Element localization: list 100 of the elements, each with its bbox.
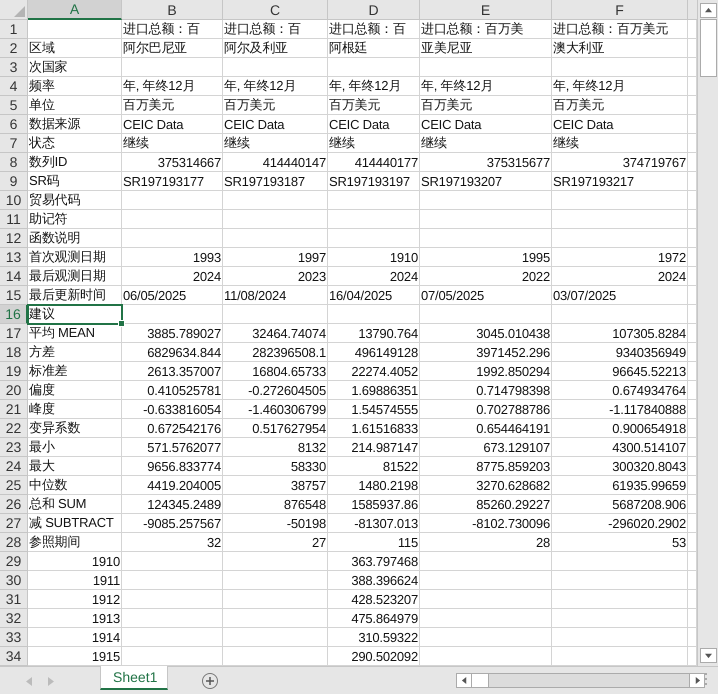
- row-header[interactable]: 21: [0, 400, 28, 419]
- table-cell: 28: [420, 533, 552, 552]
- column-header[interactable]: [688, 0, 697, 20]
- row-header[interactable]: 17: [0, 324, 28, 343]
- table-cell: 继续: [420, 134, 552, 153]
- table-cell: 1993: [122, 248, 223, 267]
- sheet-tab[interactable]: Sheet1: [100, 666, 168, 690]
- table-cell: 876548: [223, 495, 328, 514]
- horizontal-scrollbar[interactable]: [456, 673, 705, 688]
- row-header[interactable]: 24: [0, 457, 28, 476]
- row-header[interactable]: 26: [0, 495, 28, 514]
- row-header[interactable]: 31: [0, 590, 28, 609]
- table-cell: 1480.2198: [328, 476, 420, 495]
- row-header[interactable]: 2: [0, 39, 28, 58]
- column-header[interactable]: C: [223, 0, 328, 20]
- scroll-thumb[interactable]: [700, 19, 716, 77]
- table-cell: 年, 年终12月: [223, 77, 328, 96]
- row-header[interactable]: 9: [0, 172, 28, 191]
- scroll-up-icon[interactable]: [704, 7, 712, 14]
- row-header[interactable]: 33: [0, 628, 28, 647]
- table-cell: 1.54574555: [328, 400, 420, 419]
- table-cell: 375315677: [420, 153, 552, 172]
- table-cell: CEIC Data: [122, 115, 223, 134]
- table-cell: 300320.8043: [552, 457, 688, 476]
- table-cell: 13790.764: [328, 324, 420, 343]
- next-sheet-icon[interactable]: [48, 677, 54, 686]
- table-cell: 0.714798398: [420, 381, 552, 400]
- table-cell: 5687208.906: [552, 495, 688, 514]
- table-cell: 最后更新时间: [28, 286, 122, 305]
- row-header[interactable]: 16: [0, 305, 28, 324]
- row-header[interactable]: 11: [0, 210, 28, 229]
- row-header[interactable]: 20: [0, 381, 28, 400]
- table-cell: 96645.52213: [552, 362, 688, 381]
- row-header[interactable]: 3: [0, 58, 28, 77]
- scroll-left-icon[interactable]: [460, 677, 468, 684]
- fill-handle[interactable]: [118, 320, 125, 327]
- table-cell: 2024: [122, 267, 223, 286]
- row-header[interactable]: 12: [0, 229, 28, 248]
- scroll-thumb[interactable]: [472, 674, 489, 687]
- table-cell: 澳大利亚: [552, 39, 688, 58]
- row-header[interactable]: 13: [0, 248, 28, 267]
- table-cell: 124345.2489: [122, 495, 223, 514]
- row-header[interactable]: 4: [0, 77, 28, 96]
- row-header[interactable]: 14: [0, 267, 28, 286]
- table-cell: SR197193217: [552, 172, 688, 191]
- column-header[interactable]: B: [122, 0, 223, 20]
- row-header[interactable]: 10: [0, 191, 28, 210]
- table-cell: -8102.730096: [420, 514, 552, 533]
- vertical-scrollbar[interactable]: [697, 0, 718, 666]
- row-header[interactable]: 15: [0, 286, 28, 305]
- table-cell: 阿尔及利亚: [223, 39, 328, 58]
- table-cell: 偏度: [28, 381, 122, 400]
- row-header[interactable]: 28: [0, 533, 28, 552]
- table-cell: 百万美元: [122, 96, 223, 115]
- scroll-down-icon[interactable]: [704, 652, 712, 659]
- table-cell: 03/07/2025: [552, 286, 688, 305]
- table-cell: 1997: [223, 248, 328, 267]
- row-header[interactable]: 1: [0, 20, 28, 39]
- table-cell: 1910: [328, 248, 420, 267]
- table-cell: 571.5762077: [122, 438, 223, 457]
- column-header[interactable]: A: [28, 0, 122, 20]
- row-header[interactable]: 29: [0, 552, 28, 571]
- table-cell: 3270.628682: [420, 476, 552, 495]
- add-sheet-button[interactable]: [202, 673, 218, 689]
- table-cell: 年, 年终12月: [420, 77, 552, 96]
- table-cell: 414440177: [328, 153, 420, 172]
- table-cell: -1.460306799: [223, 400, 328, 419]
- table-cell: 年, 年终12月: [328, 77, 420, 96]
- splitter-handle[interactable]: [705, 673, 708, 685]
- table-cell: 1585937.86: [328, 495, 420, 514]
- row-header[interactable]: 6: [0, 115, 28, 134]
- table-cell: 标准差: [28, 362, 122, 381]
- previous-sheet-icon[interactable]: [26, 677, 32, 686]
- row-header[interactable]: 22: [0, 419, 28, 438]
- row-header[interactable]: 18: [0, 343, 28, 362]
- table-cell: 1911: [28, 571, 122, 590]
- row-header[interactable]: 34: [0, 647, 28, 666]
- table-cell: 函数说明: [28, 229, 122, 248]
- row-header[interactable]: 8: [0, 153, 28, 172]
- select-all-icon[interactable]: [14, 6, 25, 17]
- table-cell: 0.702788786: [420, 400, 552, 419]
- table-cell: 1992.850294: [420, 362, 552, 381]
- scroll-right-icon[interactable]: [694, 677, 700, 684]
- table-cell: 214.987147: [328, 438, 420, 457]
- row-header[interactable]: 5: [0, 96, 28, 115]
- table-cell: 继续: [328, 134, 420, 153]
- row-header[interactable]: 30: [0, 571, 28, 590]
- table-cell: 进口总额：百: [223, 20, 328, 39]
- row-header[interactable]: 32: [0, 609, 28, 628]
- table-cell: 0.517627954: [223, 419, 328, 438]
- column-header[interactable]: F: [552, 0, 688, 20]
- column-header[interactable]: D: [328, 0, 420, 20]
- column-header[interactable]: E: [420, 0, 552, 20]
- row-header[interactable]: 23: [0, 438, 28, 457]
- row-header[interactable]: 25: [0, 476, 28, 495]
- row-header[interactable]: 19: [0, 362, 28, 381]
- row-header[interactable]: 27: [0, 514, 28, 533]
- table-cell: 1.69886351: [328, 381, 420, 400]
- row-header[interactable]: 7: [0, 134, 28, 153]
- table-cell: 115: [328, 533, 420, 552]
